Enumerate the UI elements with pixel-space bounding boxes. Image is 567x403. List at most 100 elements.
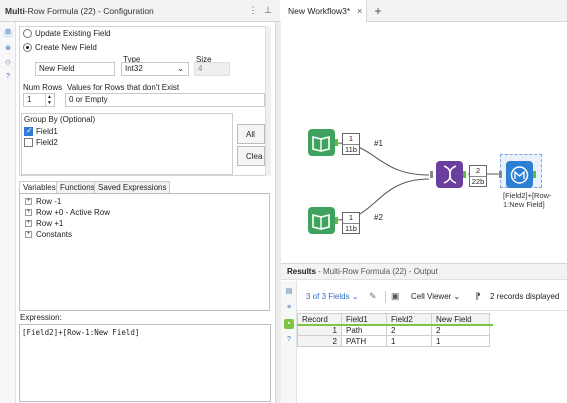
column-header[interactable]: Field2 <box>386 313 432 325</box>
edit-icon[interactable]: ✎ <box>369 291 377 302</box>
update-existing-label: Update Existing Field <box>35 29 111 38</box>
clear-button[interactable]: Clea <box>237 146 265 166</box>
expand-icon[interactable]: + <box>25 198 32 205</box>
create-new-label: Create New Field <box>35 43 97 52</box>
multi-row-formula-icon <box>510 166 529 184</box>
column-header[interactable]: Field1 <box>341 313 387 325</box>
output-anchor[interactable] <box>533 171 536 178</box>
tab-variables[interactable]: Variables <box>19 181 60 193</box>
workflow-tabbar: New Workflow3* × + <box>281 0 567 22</box>
update-existing-radio[interactable] <box>23 29 32 38</box>
group-field1-label: Field1 <box>36 127 58 136</box>
expand-icon[interactable]: + <box>25 231 32 238</box>
output-anchor[interactable] <box>463 171 466 178</box>
group-field1-checkbox[interactable] <box>24 126 33 136</box>
input-anchor[interactable] <box>430 171 433 178</box>
union-tool[interactable] <box>436 161 463 188</box>
tab-workflow[interactable]: New Workflow3* × <box>281 0 367 22</box>
num-rows-value: 1 <box>27 95 32 104</box>
chevron-down-icon: ⌄ <box>453 292 461 301</box>
new-field-name-input[interactable]: New Field <box>35 62 115 76</box>
record-count-badge-1: 1 11b <box>342 133 360 155</box>
workflow-tab-label: New Workflow3* <box>288 6 351 16</box>
record-cell[interactable]: 2 <box>297 335 342 347</box>
num-rows-stepper[interactable]: 1 ▲ ▼ <box>23 93 55 107</box>
add-tab-button[interactable]: + <box>370 2 386 20</box>
records-icon: ⁋ <box>475 291 481 301</box>
nonexist-select[interactable]: 0 or Empty <box>65 93 265 107</box>
table-cell[interactable]: 1 <box>386 335 432 347</box>
badge-bytes: 11b <box>343 144 359 155</box>
badge-records: 1 <box>348 134 354 143</box>
input-data-tool-2[interactable] <box>308 207 335 234</box>
help-icon[interactable]: ? <box>284 335 294 345</box>
table-cell[interactable]: PATH <box>341 335 387 347</box>
connection-label-1: #1 <box>374 139 383 148</box>
badge-records: 1 <box>348 213 354 222</box>
config-body: Update Existing Field Create New Field T… <box>17 22 275 403</box>
pin-icon[interactable]: ⊥ <box>263 5 273 15</box>
input-anchor[interactable] <box>499 171 502 178</box>
group-field2-label: Field2 <box>36 138 58 147</box>
records-displayed: 2 records displayed <box>490 292 560 301</box>
table-row[interactable]: 1 Path 2 2 <box>297 324 490 336</box>
cell-viewer-dropdown[interactable]: Cell Viewer ⌄ <box>411 292 460 301</box>
formula-annotation: [Field2]+[Row-1:New Field] <box>503 191 552 209</box>
tag-icon[interactable]: ◇ <box>3 58 13 68</box>
record-cell[interactable]: 1 <box>297 324 342 336</box>
workflow-canvas[interactable]: 1 11b #1 1 11b #2 2 22b [Field2]+[Row-1:… <box>281 23 567 262</box>
tab-functions[interactable]: Functions <box>56 181 99 193</box>
tab-saved-expressions[interactable]: Saved Expressions <box>94 181 171 193</box>
column-header[interactable]: New Field <box>431 313 490 325</box>
fields-dropdown[interactable]: 3 of 3 Fields ⌄ <box>306 292 359 301</box>
record-count-badge-2: 1 11b <box>342 212 360 234</box>
results-table: Record Field1 Field2 New Field 1 Path 2 … <box>297 313 490 347</box>
results-side-strip: ▤ ≡ ▪ ? <box>281 281 297 403</box>
output-anchor[interactable] <box>335 139 338 146</box>
help-icon[interactable]: ? <box>3 72 13 82</box>
output-anchor[interactable] <box>335 217 338 224</box>
toolbar-divider <box>385 291 386 303</box>
tree-item-constants[interactable]: Constants <box>36 230 72 239</box>
tree-item-row-minus1[interactable]: Row -1 <box>36 197 61 206</box>
expand-icon[interactable]: + <box>25 209 32 216</box>
header-underline <box>297 324 493 326</box>
input-data-tool-1[interactable] <box>308 129 335 156</box>
results-title: Results <box>287 267 316 276</box>
expression-label: Expression: <box>20 313 62 322</box>
messages-icon[interactable]: ≡ <box>284 303 294 313</box>
type-select[interactable]: Int32 ⌄ <box>121 62 189 76</box>
close-icon[interactable]: × <box>357 0 362 22</box>
column-header[interactable]: Record <box>297 313 342 325</box>
expand-icon[interactable]: + <box>25 220 32 227</box>
options-scrollbar[interactable] <box>265 26 271 176</box>
more-options-icon[interactable]: ⋮ <box>248 5 258 15</box>
badge-bytes: 11b <box>343 223 359 234</box>
create-new-radio[interactable] <box>23 43 32 52</box>
badge-bytes: 22b <box>470 176 486 186</box>
chevron-down-icon: ⌄ <box>351 292 359 301</box>
results-header: Results - Multi-Row Formula (22) - Outpu… <box>281 263 567 280</box>
cell-viewer-icon: ▣ <box>391 291 400 301</box>
tree-item-row-active[interactable]: Row +0 - Active Row <box>36 208 110 217</box>
multi-row-formula-tool[interactable] <box>506 161 533 188</box>
table-row[interactable]: 2 PATH 1 1 <box>297 335 490 347</box>
badge-records: 2 <box>475 166 481 175</box>
group-field2-checkbox[interactable] <box>24 138 33 147</box>
stepper-arrows-icon[interactable]: ▲ ▼ <box>45 94 53 106</box>
table-view-icon[interactable]: ▤ <box>284 287 294 297</box>
table-cell[interactable]: 2 <box>431 324 490 336</box>
results-subtitle: - Multi-Row Formula (22) - Output <box>315 267 438 276</box>
tree-item-row-plus1[interactable]: Row +1 <box>36 219 63 228</box>
gear-icon[interactable]: ⚙ <box>3 28 13 38</box>
table-cell[interactable]: 2 <box>386 324 432 336</box>
select-all-button[interactable]: All <box>237 124 265 144</box>
type-select-value: Int32 <box>125 64 143 73</box>
expression-editor[interactable]: [Field2]+[Row-1:New Field] <box>19 324 271 402</box>
table-cell[interactable]: Path <box>341 324 387 336</box>
data-view-icon[interactable]: ▪ <box>284 319 294 329</box>
config-title: Multi-Row Formula (22) - Configuration <box>5 6 154 16</box>
chevron-down-icon: ⌄ <box>177 64 184 73</box>
table-cell[interactable]: 1 <box>431 335 490 347</box>
close-circle-icon[interactable]: ⊗ <box>3 44 13 54</box>
